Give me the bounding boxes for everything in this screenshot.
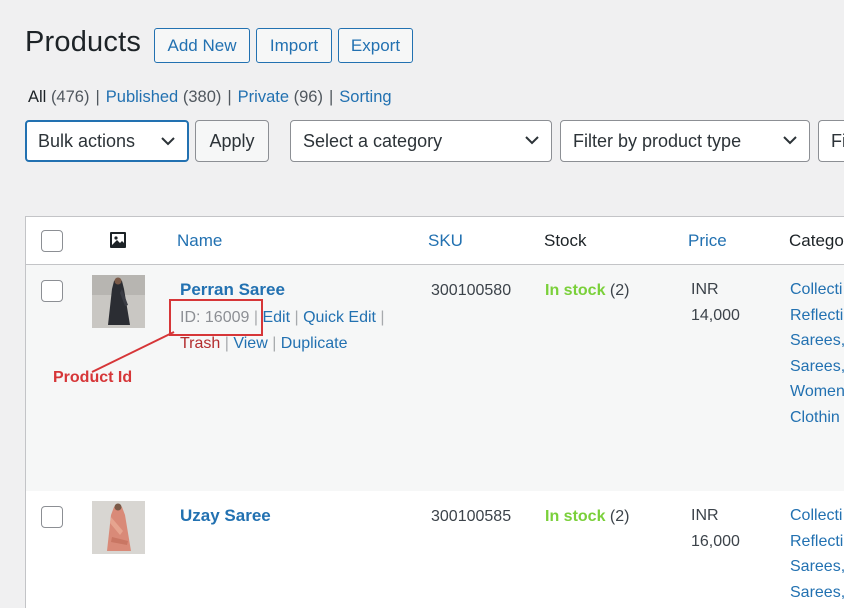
view-sorting[interactable]: Sorting <box>339 88 391 106</box>
status-views: All (476) | Published (380) | Private (96) | S… <box>28 88 392 106</box>
price-amount: 14,000 <box>691 307 740 324</box>
trash-link[interactable]: Trash <box>180 335 220 352</box>
image-icon <box>110 232 126 248</box>
add-new-button[interactable]: Add New <box>154 28 250 63</box>
chevron-down-icon <box>783 136 797 145</box>
table-row: Perran Saree ID: 16009 | Edit | Quick Ed… <box>26 265 844 491</box>
view-all-count: (476) <box>50 88 90 106</box>
import-button[interactable]: Import <box>256 28 332 63</box>
view-private[interactable]: Private <box>238 88 289 106</box>
stock-label: In stock <box>545 282 606 299</box>
column-categories: Catego <box>789 231 844 250</box>
view-private-count: (96) <box>293 88 323 106</box>
export-button[interactable]: Export <box>338 28 413 63</box>
category-link[interactable]: Sarees, <box>790 580 844 606</box>
view-published[interactable]: Published <box>106 88 178 106</box>
column-sku[interactable]: SKU <box>428 231 463 251</box>
category-link[interactable]: Reflecti <box>790 303 844 329</box>
stock-status-select[interactable]: Fi <box>818 120 844 162</box>
product-id-highlight <box>169 299 263 336</box>
bulk-actions-value: Bulk actions <box>38 131 136 151</box>
product-price: INR 14,000 <box>691 277 740 329</box>
category-value: Select a category <box>303 131 443 151</box>
product-name-link[interactable]: Uzay Saree <box>180 506 271 526</box>
category-link[interactable]: Women <box>790 379 844 405</box>
category-select[interactable]: Select a category <box>290 120 552 162</box>
price-currency: INR <box>691 507 719 524</box>
product-thumbnail[interactable] <box>92 275 145 328</box>
category-link[interactable]: Clothin <box>790 405 844 431</box>
category-link[interactable]: Reflecti <box>790 529 844 555</box>
products-table: Name SKU Stock Price Catego Perran Saree… <box>25 216 844 608</box>
product-sku: 300100585 <box>431 508 512 525</box>
stock-status-value: Fi <box>831 131 844 151</box>
bulk-actions-select[interactable]: Bulk actions <box>25 120 189 162</box>
product-name-link[interactable]: Perran Saree <box>180 280 285 300</box>
stock-quantity: (2) <box>609 508 630 525</box>
apply-button[interactable]: Apply <box>195 120 269 162</box>
category-link[interactable]: Sarees, <box>790 554 844 580</box>
price-amount: 16,000 <box>691 533 740 550</box>
product-categories: Collecti Reflecti Sarees, Sarees, Women … <box>790 277 844 430</box>
column-stock: Stock <box>544 231 587 250</box>
column-price[interactable]: Price <box>688 231 727 251</box>
stock-label: In stock <box>545 508 606 525</box>
stock-status: In stock (2) <box>545 508 629 526</box>
stock-status: In stock (2) <box>545 282 629 300</box>
edit-link[interactable]: Edit <box>262 309 290 326</box>
annotation-label: Product Id <box>53 369 133 386</box>
select-all-checkbox[interactable] <box>41 230 63 252</box>
product-thumbnail[interactable] <box>92 501 145 554</box>
column-name[interactable]: Name <box>177 231 222 251</box>
stock-quantity: (2) <box>609 282 630 299</box>
chevron-down-icon <box>161 137 175 146</box>
product-sku: 300100580 <box>431 282 512 299</box>
product-type-select[interactable]: Filter by product type <box>560 120 810 162</box>
product-type-value: Filter by product type <box>573 131 742 151</box>
price-currency: INR <box>691 281 719 298</box>
quick-edit-link[interactable]: Quick Edit <box>303 309 376 326</box>
view-published-count: (380) <box>182 88 222 106</box>
duplicate-link[interactable]: Duplicate <box>281 335 348 352</box>
row-checkbox[interactable] <box>41 280 63 302</box>
table-row: Uzay Saree 300100585 In stock (2) INR 16… <box>26 491 844 608</box>
product-categories: Collecti Reflecti Sarees, Sarees, <box>790 503 844 605</box>
view-link[interactable]: View <box>233 335 267 352</box>
view-all[interactable]: All <box>28 88 46 106</box>
category-link[interactable]: Collecti <box>790 277 844 303</box>
page-title: Products <box>25 26 142 58</box>
category-link[interactable]: Sarees, <box>790 328 844 354</box>
product-price: INR 16,000 <box>691 503 740 555</box>
chevron-down-icon <box>525 136 539 145</box>
table-header: Name SKU Stock Price Catego <box>26 217 844 265</box>
category-link[interactable]: Sarees, <box>790 354 844 380</box>
row-checkbox[interactable] <box>41 506 63 528</box>
category-link[interactable]: Collecti <box>790 503 844 529</box>
